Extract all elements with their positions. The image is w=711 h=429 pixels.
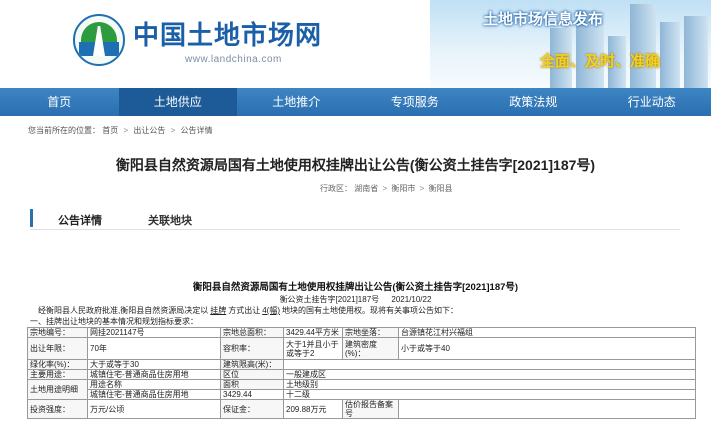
region-path: 行政区： 湖南省 > 衡阳市 > 衡阳县 — [320, 183, 453, 194]
page-title: 衡阳县自然资源局国有土地使用权挂牌出让公告(衡公资土挂告字[2021]187号) — [115, 157, 596, 173]
table-row: 投资强度： 万元/公顷 保证金： 209.88万元 估价报告备案号 — [27, 399, 696, 419]
table-row: 出让年限： 70年 容积率： 大于1并且小于或等于2 建筑密度(%)： 小于或等… — [27, 337, 696, 360]
para-method: 挂牌 — [210, 306, 227, 315]
detail-tabs: 公告详情 关联地块 — [30, 204, 680, 230]
cell-value: 十二级 — [283, 389, 696, 400]
cell-value: 大于1并且小于或等于2 — [283, 337, 343, 360]
table-row: 主要用途： 城镇住宅-普通商品住房用地 区位 一般建成区 — [27, 369, 696, 380]
cell-label: 估价报告备案号 — [342, 399, 399, 419]
cell-label: 宗地坐落： — [342, 327, 399, 338]
site-title[interactable]: 中国土地市场网 — [133, 15, 322, 52]
cell-label: 出让年限： — [27, 337, 88, 360]
cell-value: 城镇住宅-普通商品住房用地 — [87, 369, 221, 380]
cell-label: 建筑密度(%)： — [342, 337, 399, 360]
para-text: 地块的国有土地使用权。现将有关事项公告如下： — [282, 306, 459, 315]
cell-label: 区位 — [220, 369, 284, 380]
notice-meta: 衡公资土挂告字[2021]187号 2021/10/22 — [0, 294, 711, 305]
cell-value: 城镇住宅-普通商品住房用地 — [87, 389, 221, 400]
cell-value: 大于或等于30 — [87, 359, 221, 370]
cell-value: 网挂2021147号 — [87, 327, 221, 338]
cell-value — [398, 399, 696, 419]
region-county: 衡阳县 — [428, 184, 453, 193]
breadcrumb-notices[interactable]: 出让公告 — [133, 126, 165, 135]
cell-label: 面积 — [220, 379, 284, 390]
para-count: 4(幅) — [262, 306, 281, 315]
nav-land-promotion[interactable]: 土地推介 — [237, 88, 356, 116]
para-text: 经衡阳县人民政府批准,衡阳县自然资源局决定以 — [38, 306, 209, 315]
nav-industry-news[interactable]: 行业动态 — [593, 88, 711, 116]
main-nav: 首页 土地供应 土地推介 专项服务 政策法规 行业动态 — [0, 88, 711, 116]
breadcrumb-current: 公告详情 — [180, 126, 213, 135]
cell-value: 小于或等于40 — [398, 337, 696, 360]
cell-value — [283, 359, 696, 370]
breadcrumb: 您当前所在的位置： 首页 > 出让公告 > 公告详情 — [28, 125, 213, 136]
page: 中国土地市场网 www.landchina.com 土地市场信息发布 全面、及时… — [0, 0, 711, 429]
region-province: 湖南省 — [354, 184, 379, 193]
cell-value: 3429.44平方米 — [283, 327, 343, 338]
active-tab-indicator — [30, 209, 33, 227]
cell-label: 建筑限高(米)： — [220, 359, 284, 370]
table-row: 土地用途明细 用途名称 面积 土地级别 — [27, 379, 696, 400]
cell-value: 3429.44 — [220, 389, 284, 400]
notice-doc-number: 衡公资土挂告字[2021]187号 — [279, 295, 380, 304]
region-separator: > — [382, 184, 388, 193]
cell-label: 容积率： — [220, 337, 284, 360]
breadcrumb-separator: > — [123, 126, 129, 135]
breadcrumb-separator: > — [170, 126, 176, 135]
cell-label: 主要用途： — [27, 369, 88, 380]
cell-value: 台源镇花江村兴福组 — [398, 327, 696, 338]
table-row: 宗地编号： 网挂2021147号 宗地总面积： 3429.44平方米 宗地坐落：… — [27, 327, 696, 338]
cell-value: 用途名称 — [87, 379, 221, 390]
breadcrumb-home[interactable]: 首页 — [102, 126, 118, 135]
region-separator: > — [419, 184, 425, 193]
notice-paragraph: 经衡阳县人民政府批准,衡阳县自然资源局决定以 挂牌 方式出让 4(幅) 地块的国有土地使… — [38, 305, 458, 316]
banner-title: 土地市场信息发布 — [483, 11, 604, 28]
notice-title: 衡阳县自然资源局国有土地使用权挂牌出让公告(衡公资土挂告字[2021]187号) — [192, 282, 519, 293]
site-url: www.landchina.com — [185, 54, 282, 65]
nav-home[interactable]: 首页 — [0, 88, 119, 116]
cell-value: 一般建成区 — [283, 369, 696, 380]
para-text: 方式出让 — [228, 306, 261, 315]
region-city: 衡阳市 — [391, 184, 416, 193]
notice-section-heading: 一、挂牌出让地块的基本情况和规划指标要求： — [30, 317, 198, 326]
nav-land-supply[interactable]: 土地供应 — [118, 88, 237, 116]
cell-label: 土地用途明细 — [27, 379, 88, 400]
cell-label: 保证金： — [220, 399, 284, 419]
cell-label: 宗地编号： — [27, 327, 88, 338]
cell-value: 209.88万元 — [283, 399, 343, 419]
cell-label: 绿化率(%)： — [27, 359, 88, 370]
tab-related-parcels[interactable]: 关联地块 — [148, 212, 192, 228]
notice-date: 2021/10/22 — [391, 295, 432, 304]
table-row: 绿化率(%)： 大于或等于30 建筑限高(米)： — [27, 359, 696, 370]
parcel-table: 宗地编号： 网挂2021147号 宗地总面积： 3429.44平方米 宗地坐落：… — [27, 327, 696, 419]
breadcrumb-prefix: 您当前所在的位置： — [28, 126, 100, 135]
cell-label: 宗地总面积： — [220, 327, 284, 338]
nav-special-services[interactable]: 专项服务 — [356, 88, 475, 116]
nav-policies[interactable]: 政策法规 — [474, 88, 593, 116]
region-label: 行政区： — [320, 184, 352, 193]
cell-value: 万元/公顷 — [87, 399, 221, 419]
tab-notice-detail[interactable]: 公告详情 — [58, 212, 102, 228]
landchina-logo[interactable] — [73, 14, 125, 66]
cell-value: 70年 — [87, 337, 221, 360]
cell-label: 投资强度： — [27, 399, 88, 419]
banner-slogan: 全面、及时、准确 — [540, 53, 661, 70]
table-row: 城镇住宅-普通商品住房用地 3429.44 十二级 — [28, 389, 696, 400]
cell-value: 土地级别 — [283, 379, 696, 390]
